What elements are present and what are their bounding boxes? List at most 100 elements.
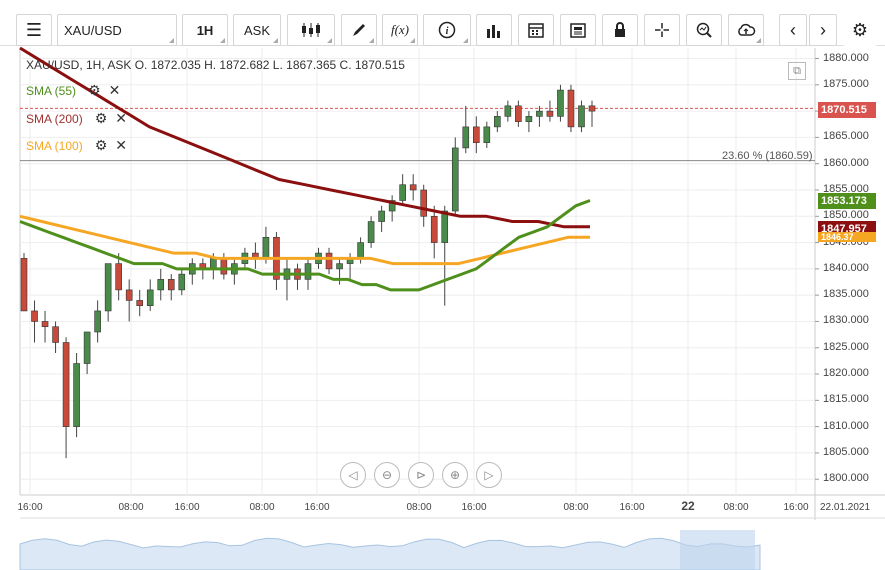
x-tick-label: 08:00	[723, 502, 749, 513]
y-tick-label: 1880.000	[823, 51, 869, 64]
y-tick-label: 1800.000	[823, 472, 869, 485]
candle-body	[357, 242, 364, 259]
candle-body	[483, 126, 491, 143]
sma100-label: SMA (100)	[26, 138, 83, 153]
y-tick-label: 1835.000	[823, 288, 869, 301]
sma55-label: SMA (55)	[26, 83, 77, 98]
candle-body	[451, 147, 459, 212]
candle-body	[262, 237, 270, 259]
close-icon[interactable]: ✕	[115, 137, 127, 154]
candle-body	[136, 300, 144, 306]
legend-sma200: SMA (200) ⚙ ✕	[26, 110, 127, 127]
candle-body	[336, 263, 343, 270]
candle-body	[557, 89, 564, 117]
sma100-line	[19, 214, 590, 266]
candle-body	[210, 258, 217, 270]
candle-body	[146, 289, 154, 306]
candle-body	[41, 321, 49, 328]
sma200-label: SMA (200)	[26, 111, 83, 126]
zoom-in-button[interactable]: ⊕	[442, 462, 468, 488]
gear-icon[interactable]: ⚙	[95, 137, 108, 154]
legend-sma55: SMA (55) ⚙ ✕	[26, 82, 120, 99]
reset-icon: ⊳	[415, 468, 427, 482]
candle-body	[304, 263, 312, 280]
x-tick-label: 16:00	[304, 502, 330, 513]
x-tick-label: 16:00	[619, 502, 645, 513]
x-tick-label: 16:00	[461, 502, 487, 513]
candle-body	[367, 221, 375, 243]
popout-icon[interactable]: ⧉	[788, 62, 806, 80]
candle-body	[588, 105, 596, 112]
y-tick-label: 1860.000	[823, 156, 869, 169]
zoom-in-icon: ⊕	[449, 468, 461, 482]
candle-body	[73, 363, 80, 427]
candle-body	[504, 105, 512, 117]
y-tick-label: 1865.000	[823, 130, 869, 143]
volume-highlight	[680, 530, 755, 570]
candle-body	[20, 258, 28, 312]
scroll-back-button[interactable]: ◁	[340, 462, 366, 488]
y-tick-label: 1875.000	[823, 77, 869, 90]
legend-sma100: SMA (100) ⚙ ✕	[26, 137, 127, 154]
candle-body	[83, 331, 91, 364]
last-price-tag: 1870.515	[818, 102, 876, 118]
zoom-out-button[interactable]: ⊖	[374, 462, 400, 488]
close-icon[interactable]: ✕	[109, 82, 121, 99]
ohlc-readout: XAU/USD, 1H, ASK O. 1872.035 H. 1872.682…	[26, 58, 405, 72]
x-tick-label: 16:00	[174, 502, 200, 513]
sma100-price-tag: 1846.37	[818, 232, 876, 242]
candle-body	[494, 116, 501, 128]
candle-body	[546, 110, 554, 117]
candle-body	[157, 279, 165, 291]
triangle-right-icon: ▷	[484, 468, 494, 482]
candle-body	[125, 289, 133, 301]
volume-area	[19, 537, 761, 570]
candle-body	[525, 116, 533, 122]
zoom-out-icon: ⊖	[381, 468, 393, 482]
y-tick-label: 1840.000	[823, 261, 869, 274]
close-icon[interactable]: ✕	[115, 110, 127, 127]
y-tick-label: 1815.000	[823, 393, 869, 406]
gear-icon[interactable]: ⚙	[95, 110, 108, 127]
y-tick-label: 1830.000	[823, 314, 869, 327]
x-tick-label: 16:00	[17, 502, 43, 513]
reset-view-button[interactable]: ⊳	[408, 462, 434, 488]
scroll-forward-button[interactable]: ▷	[476, 462, 502, 488]
y-tick-label: 1805.000	[823, 445, 869, 458]
gear-icon[interactable]: ⚙	[88, 82, 101, 99]
candle-body	[420, 189, 428, 217]
candle-body	[62, 342, 70, 427]
triangle-left-icon: ◁	[348, 468, 358, 482]
candle-body	[472, 126, 480, 143]
candle-body	[578, 105, 585, 128]
candle-body	[325, 252, 333, 270]
fib-label: 23.60 % (1860.59)	[722, 150, 813, 162]
x-tick-label: 08:00	[406, 502, 432, 513]
candle-body	[515, 105, 522, 122]
candle-body	[178, 273, 186, 291]
candle-body	[104, 263, 112, 312]
candle-body	[94, 310, 101, 333]
y-tick-label: 1850.000	[823, 209, 869, 222]
x-tick-label: 08:00	[118, 502, 144, 513]
y-tick-label: 1820.000	[823, 367, 869, 380]
x-tick-label: 22	[681, 499, 695, 513]
candle-body	[52, 326, 59, 343]
sma55-price-tag: 1853.173	[818, 193, 876, 209]
x-tick-label: 22.01.2021	[819, 502, 871, 513]
x-tick-label: 08:00	[563, 502, 589, 513]
candle-body	[167, 279, 175, 291]
y-tick-label: 1825.000	[823, 340, 869, 353]
candle-body	[567, 89, 575, 128]
candle-body	[409, 184, 417, 191]
x-tick-label: 16:00	[783, 502, 809, 513]
candle-body	[462, 126, 470, 149]
candle-body	[536, 110, 543, 117]
x-tick-label: 08:00	[249, 502, 275, 513]
candle-body	[115, 263, 122, 291]
price-chart[interactable]	[0, 0, 885, 570]
y-tick-label: 1810.000	[823, 419, 869, 432]
candle-body	[399, 184, 406, 201]
candle-body	[220, 258, 228, 275]
candle-body	[430, 215, 438, 243]
